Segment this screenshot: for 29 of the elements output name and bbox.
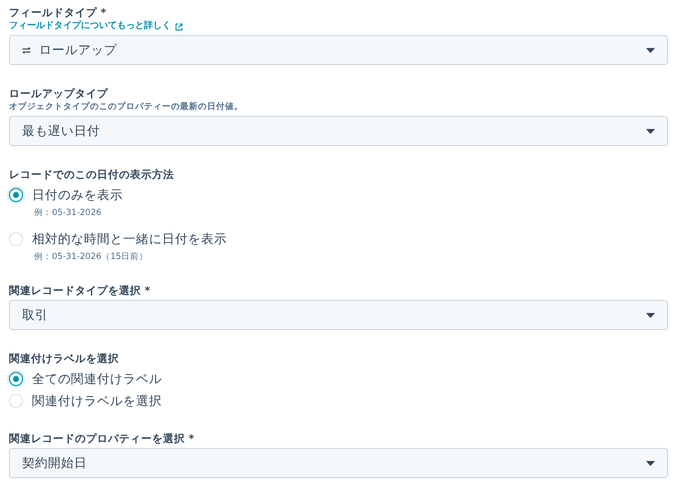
- option-label[interactable]: 相対的な時間と一緒に日付を表示: [32, 230, 227, 248]
- dropdown-select[interactable]: 最も遅い日付: [9, 116, 668, 146]
- field-label: 関連レコードタイプを選択 *: [9, 284, 152, 298]
- selected-value: 取引: [22, 306, 48, 324]
- dropdown-select[interactable]: 取引: [9, 300, 668, 330]
- radio-button[interactable]: [9, 372, 23, 386]
- field-label: 関連付けラベルを選択: [9, 352, 120, 366]
- caret-icon: [646, 48, 655, 52]
- learn-more-link[interactable]: フィールドタイプについてもっと詳しく: [9, 20, 183, 33]
- dropdown-select[interactable]: ロールアップ: [9, 35, 668, 65]
- selected-value: 契約開始日: [22, 454, 87, 472]
- radio-button[interactable]: [9, 188, 23, 202]
- dropdown-select[interactable]: 契約開始日: [9, 448, 668, 478]
- external-link-icon: [175, 22, 183, 30]
- option-label[interactable]: 全ての関連付けラベル: [32, 370, 162, 388]
- caret-icon: [646, 460, 655, 466]
- option-label[interactable]: 関連付けラベルを選択: [32, 392, 162, 410]
- field-label: ロールアップタイプ: [9, 87, 109, 101]
- example-text: 例：05-31-2026: [34, 207, 102, 220]
- selected-value: 最も遅い日付: [22, 122, 100, 140]
- field-label: フィールドタイプ *: [9, 6, 108, 20]
- caret-icon: [646, 128, 655, 134]
- example-text: 例：05-31-2026（15日前）: [34, 251, 150, 264]
- selected-value: ロールアップ: [39, 42, 117, 58]
- field-hint: オブジェクトタイプのこのプロパティーの最新の日付値。: [9, 101, 244, 114]
- field-label: 関連レコードのプロパティーを選択 *: [9, 432, 196, 446]
- caret-icon: [646, 312, 655, 318]
- field-label: レコードでのこの日付の表示方法: [9, 168, 175, 182]
- option-label[interactable]: 日付のみを表示: [32, 186, 123, 204]
